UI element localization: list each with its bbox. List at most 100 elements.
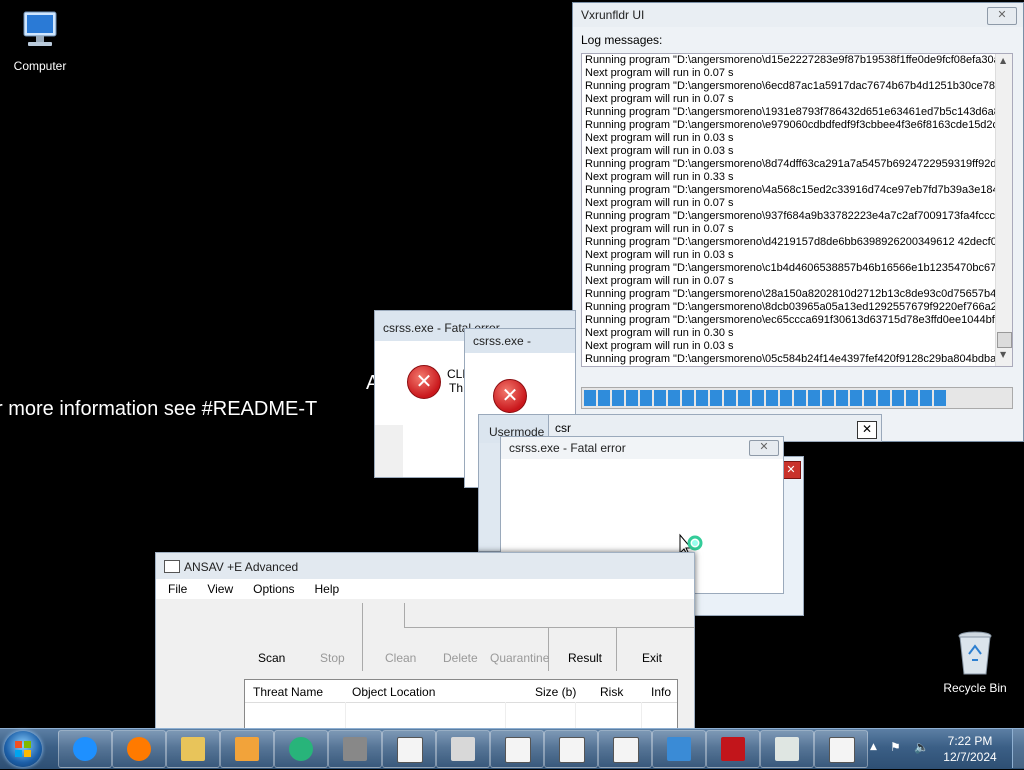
log-line: Running program "D:\angersmoreno\d15e222… <box>585 54 1006 66</box>
column-size[interactable]: Size (b) <box>535 685 576 699</box>
scroll-up-icon[interactable]: ▲ <box>1000 56 1006 65</box>
close-icon[interactable]: ✕ <box>749 440 779 456</box>
log-line: Next program will run in 0.07 s <box>585 67 734 79</box>
taskbar-item[interactable] <box>760 730 814 768</box>
media-player-icon <box>235 737 259 761</box>
clock-time: 7:22 PM <box>947 734 993 748</box>
progress-segment <box>598 390 610 406</box>
delete-button[interactable]: Delete <box>443 651 478 665</box>
scroll-down-icon[interactable]: ▼ <box>1000 350 1006 359</box>
taskbar-clock[interactable]: 7:22 PM 12/7/2024 <box>940 733 1000 765</box>
progress-segment <box>878 390 890 406</box>
start-button[interactable] <box>4 731 42 767</box>
taskbar-item[interactable] <box>274 730 328 768</box>
log-line: Running program "D:\angersmoreno\6ecd87a… <box>585 80 1002 92</box>
taskbar-item[interactable] <box>58 730 112 768</box>
error-icon: ✕ <box>493 379 527 413</box>
menu-view[interactable]: View <box>195 579 241 596</box>
progress-segment <box>794 390 806 406</box>
taskbar-item[interactable] <box>436 730 490 768</box>
exit-button[interactable]: Exit <box>642 651 662 665</box>
ansav-app-icon <box>164 560 180 573</box>
menu-file[interactable]: File <box>156 579 195 596</box>
log-line: Running program "D:\angersmoreno\4a568c1… <box>585 184 1005 196</box>
ansav-window: ANSAV +E Advanced File View Options Help Sc… <box>155 552 695 744</box>
column-risk[interactable]: Risk <box>600 685 623 699</box>
log-line: Running program "D:\angersmoreno\05c584b… <box>585 353 1002 365</box>
progress-segment <box>864 390 876 406</box>
column-object-location[interactable]: Object Location <box>352 685 435 699</box>
log-line: Running program "D:\angersmoreno\ec65ccc… <box>585 314 1001 326</box>
taskbar-item[interactable] <box>652 730 706 768</box>
progress-segment <box>850 390 862 406</box>
progress-segment <box>892 390 904 406</box>
log-scrollbar[interactable]: ▲ ▼ <box>995 54 1012 366</box>
speaker-muted-icon[interactable]: 🔈 <box>914 740 929 754</box>
progress-segment <box>710 390 722 406</box>
taskbar-item[interactable] <box>706 730 760 768</box>
internet-explorer-icon <box>73 737 97 761</box>
column-info[interactable]: Info <box>651 685 671 699</box>
taskbar-item[interactable] <box>598 730 652 768</box>
taskbar-item[interactable] <box>220 730 274 768</box>
taskbar-item[interactable] <box>166 730 220 768</box>
clean-button[interactable]: Clean <box>385 651 416 665</box>
window-app-icon <box>775 737 799 761</box>
log-line: Running program "D:\angersmoreno\e979060… <box>585 119 1005 131</box>
scan-button[interactable]: Scan <box>258 651 285 665</box>
log-list[interactable]: Running program "D:\angersmoreno\d15e222… <box>581 53 1013 367</box>
quarantine-button[interactable]: Quarantine <box>490 651 549 665</box>
progress-segment <box>654 390 666 406</box>
exe-icon <box>559 737 585 763</box>
menu-help[interactable]: Help <box>303 579 348 596</box>
show-desktop-button[interactable] <box>1012 729 1024 768</box>
taskbar-item[interactable] <box>544 730 598 768</box>
flag-icon[interactable]: ⚑ <box>890 740 902 754</box>
progress-segment <box>934 390 946 406</box>
taskbar-item[interactable] <box>112 730 166 768</box>
recycle-bin-desktop-icon[interactable]: Recycle Bin <box>935 630 1015 695</box>
progress-segment <box>640 390 652 406</box>
error-text-2: Th <box>449 381 464 395</box>
log-line: Next program will run in 0.03 s <box>585 132 734 144</box>
progress-segment <box>584 390 596 406</box>
close-icon[interactable]: ✕ <box>987 7 1017 25</box>
taskbar-item[interactable] <box>814 730 868 768</box>
csr-title: csr <box>555 421 571 435</box>
threat-table[interactable]: Threat Name Object Location Size (b) Ris… <box>244 679 678 729</box>
log-line: Next program will run in 0.33 s <box>585 171 734 183</box>
taskbar-item[interactable] <box>328 730 382 768</box>
progress-segment <box>906 390 918 406</box>
log-line: Running program "D:\angersmoreno\1931e87… <box>585 106 1007 118</box>
progress-segment <box>668 390 680 406</box>
progress-segment <box>738 390 750 406</box>
ansav-titlebar[interactable]: ANSAV +E Advanced <box>156 553 694 579</box>
progress-segment <box>822 390 834 406</box>
menu-options[interactable]: Options <box>241 579 302 596</box>
log-line: Next program will run in 0.07 s <box>585 93 734 105</box>
pdf-icon <box>451 737 475 761</box>
progress-segment <box>836 390 848 406</box>
printer-app-icon <box>343 737 367 761</box>
close-icon[interactable]: ✕ <box>781 461 801 479</box>
stop-button[interactable]: Stop <box>320 651 345 665</box>
scroll-thumb[interactable] <box>997 332 1012 348</box>
close-icon[interactable]: ✕ <box>857 421 877 439</box>
vxrunfldr-titlebar[interactable]: Vxrunfldr UI ✕ <box>573 3 1023 27</box>
log-line: Running program "D:\angersmoreno\8dcb039… <box>585 301 1003 313</box>
log-line: Next program will run in 0.07 s <box>585 197 734 209</box>
recycle-bin-label: Recycle Bin <box>943 681 1007 695</box>
log-line: Next program will run in 0.07 s <box>585 223 734 235</box>
taskbar-item[interactable] <box>382 730 436 768</box>
csrss-front-titlebar[interactable]: csrss.exe - Fatal error ✕ <box>501 437 783 459</box>
taskbar-item[interactable] <box>490 730 544 768</box>
computer-label: Computer <box>13 59 67 73</box>
progress-segment <box>766 390 778 406</box>
exe-icon <box>397 737 423 763</box>
show-hidden-icons-icon[interactable]: ▲ <box>870 742 877 752</box>
csrss-mid-titlebar[interactable]: csrss.exe - <box>465 329 575 353</box>
column-threat-name[interactable]: Threat Name <box>253 685 323 699</box>
result-button[interactable]: Result <box>568 651 602 665</box>
error-icon: ✕ <box>407 365 441 399</box>
computer-desktop-icon[interactable]: Computer <box>0 10 80 73</box>
